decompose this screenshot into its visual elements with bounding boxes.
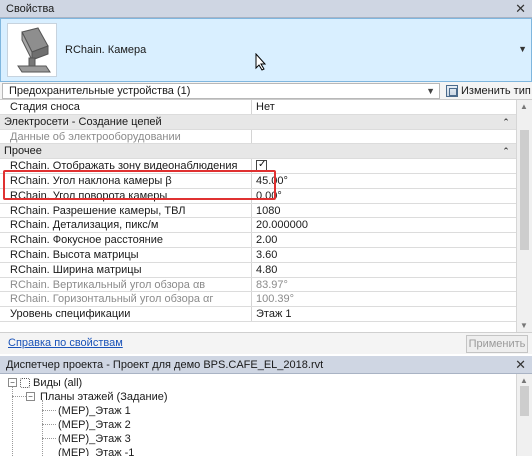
property-label: RChain. Детализация, пикс/м [0,218,252,233]
type-name: RChain. Камера [65,44,147,56]
property-grid: Стадия сноса Нет Электросети - Создание … [0,100,516,322]
property-row[interactable]: RChain. Вертикальный угол обзора αв 83.9… [0,277,516,293]
property-value[interactable]: Нет [252,100,516,114]
property-row[interactable]: RChain. Ширина матрицы 4.80 [0,262,516,278]
property-label: RChain. Ширина матрицы [0,262,252,277]
scroll-down-icon[interactable]: ▼ [520,321,528,330]
tree-node-views[interactable]: Виды (all) [20,376,82,390]
scrollbar-thumb[interactable] [520,386,529,416]
mouse-cursor-icon [255,53,267,71]
scrollbar-thumb[interactable] [520,130,529,250]
camera-thumbnail-icon [7,23,57,77]
collapse-icon[interactable]: − [26,392,35,401]
property-label: RChain. Разрешение камеры, ТВЛ [0,203,252,218]
property-value[interactable] [252,158,516,173]
project-browser-title-text: Диспетчер проекта - Проект для демо BPS.… [6,358,324,371]
property-row[interactable]: RChain. Фокусное расстояние 2.00 [0,233,516,248]
tree-node-label: (MEP)_Этаж 1 [58,405,131,417]
views-icon [20,378,30,389]
chevron-down-icon: ▼ [426,86,435,96]
property-value: 100.39° [256,293,295,306]
tree-node-floor-plans[interactable]: Планы этажей (Задание) [40,390,168,404]
property-row[interactable]: Данные об электрооборудовании [0,129,516,145]
scroll-up-icon[interactable]: ▲ [520,376,528,385]
property-label: Данные об электрооборудовании [0,129,252,144]
type-selector[interactable]: RChain. Камера ▼ [0,18,532,82]
property-value[interactable]: 2.00 [252,233,516,247]
filter-value: Предохранительные устройства (1) [9,85,191,97]
scroll-up-icon[interactable]: ▲ [520,102,528,111]
property-label: RChain. Высота матрицы [0,247,252,262]
property-grid-scrollbar[interactable]: ▲ ▼ [516,100,532,332]
property-value [252,130,516,144]
apply-button[interactable]: Применить [466,335,528,353]
property-row[interactable]: Стадия сноса Нет [0,100,516,115]
property-label: Уровень спецификации [0,307,252,321]
property-label: Стадия сноса [0,100,252,114]
tree-node-plan[interactable]: (MEP)_Этаж 1 [58,404,131,418]
chevron-down-icon[interactable]: ▼ [518,44,527,54]
collapse-icon[interactable]: ⌃ [496,144,516,158]
tree-node-label: (MEP)_Этаж 2 [58,419,131,431]
property-value[interactable]: 45.00° [252,174,516,188]
tree-node-plan[interactable]: (MEP)_Этаж -1 [58,446,134,456]
property-value[interactable]: 3.60 [252,248,516,262]
tree-node-label: Планы этажей (Задание) [40,391,168,403]
tree-node-label: (MEP)_Этаж -1 [58,447,135,456]
property-label: RChain. Фокусное расстояние [0,233,252,247]
group-label: Прочее [4,145,42,158]
property-row[interactable]: RChain. Разрешение камеры, ТВЛ 1080 [0,203,516,219]
tree-node-plan[interactable]: (MEP)_Этаж 3 [58,432,131,446]
property-value[interactable]: 4.80 [252,263,516,277]
group-header-electrical[interactable]: Электросети - Создание цепей ⌃ [0,114,516,130]
properties-title-text: Свойства [6,2,55,15]
tree-node-label: Виды (all) [33,377,83,389]
properties-panel-title: Свойства ✕ [0,0,532,18]
project-browser-title: Диспетчер проекта - Проект для демо BPS.… [0,356,532,374]
property-value[interactable]: Этаж 1 [252,307,516,321]
highlight-annotation-box [3,170,276,200]
close-icon[interactable]: ✕ [515,357,526,373]
collapse-icon[interactable]: − [8,378,17,387]
instance-filter-row: Предохранительные устройства (1) ▼ Измен… [0,82,532,100]
edit-type-icon [446,85,458,97]
properties-footer: Справка по свойствам Применить [0,332,532,354]
group-label: Электросети - Создание цепей [4,115,162,128]
edit-type-label: Изменить тип [461,85,531,97]
help-link[interactable]: Справка по свойствам [8,337,123,349]
tree-node-label: (MEP)_Этаж 3 [58,433,131,445]
instance-filter-dropdown[interactable]: Предохранительные устройства (1) ▼ [2,83,440,99]
property-value[interactable]: 1080 [252,204,516,218]
property-value[interactable]: 20.000000 [252,218,516,232]
property-value[interactable]: 0.00° [252,189,516,203]
property-row[interactable]: RChain. Высота матрицы 3.60 [0,247,516,263]
collapse-icon[interactable]: ⌃ [496,115,516,129]
close-icon[interactable]: ✕ [515,1,526,17]
property-label: RChain. Вертикальный угол обзора αв [0,277,252,292]
property-row[interactable]: RChain. Горизонтальный угол обзора αг 10… [0,292,516,308]
edit-type-button[interactable]: Изменить тип [444,82,532,100]
tree-node-plan[interactable]: (MEP)_Этаж 2 [58,418,131,432]
project-browser-tree: − Виды (all) − Планы этажей (Задание) (M… [0,374,516,456]
project-browser-scrollbar[interactable]: ▲ [516,374,532,456]
property-value: 83.97° [256,278,288,291]
property-row[interactable]: RChain. Детализация, пикс/м 20.000000 [0,218,516,234]
property-label: RChain. Горизонтальный угол обзора αг [0,292,252,307]
property-row[interactable]: Уровень спецификации Этаж 1 [0,307,516,322]
